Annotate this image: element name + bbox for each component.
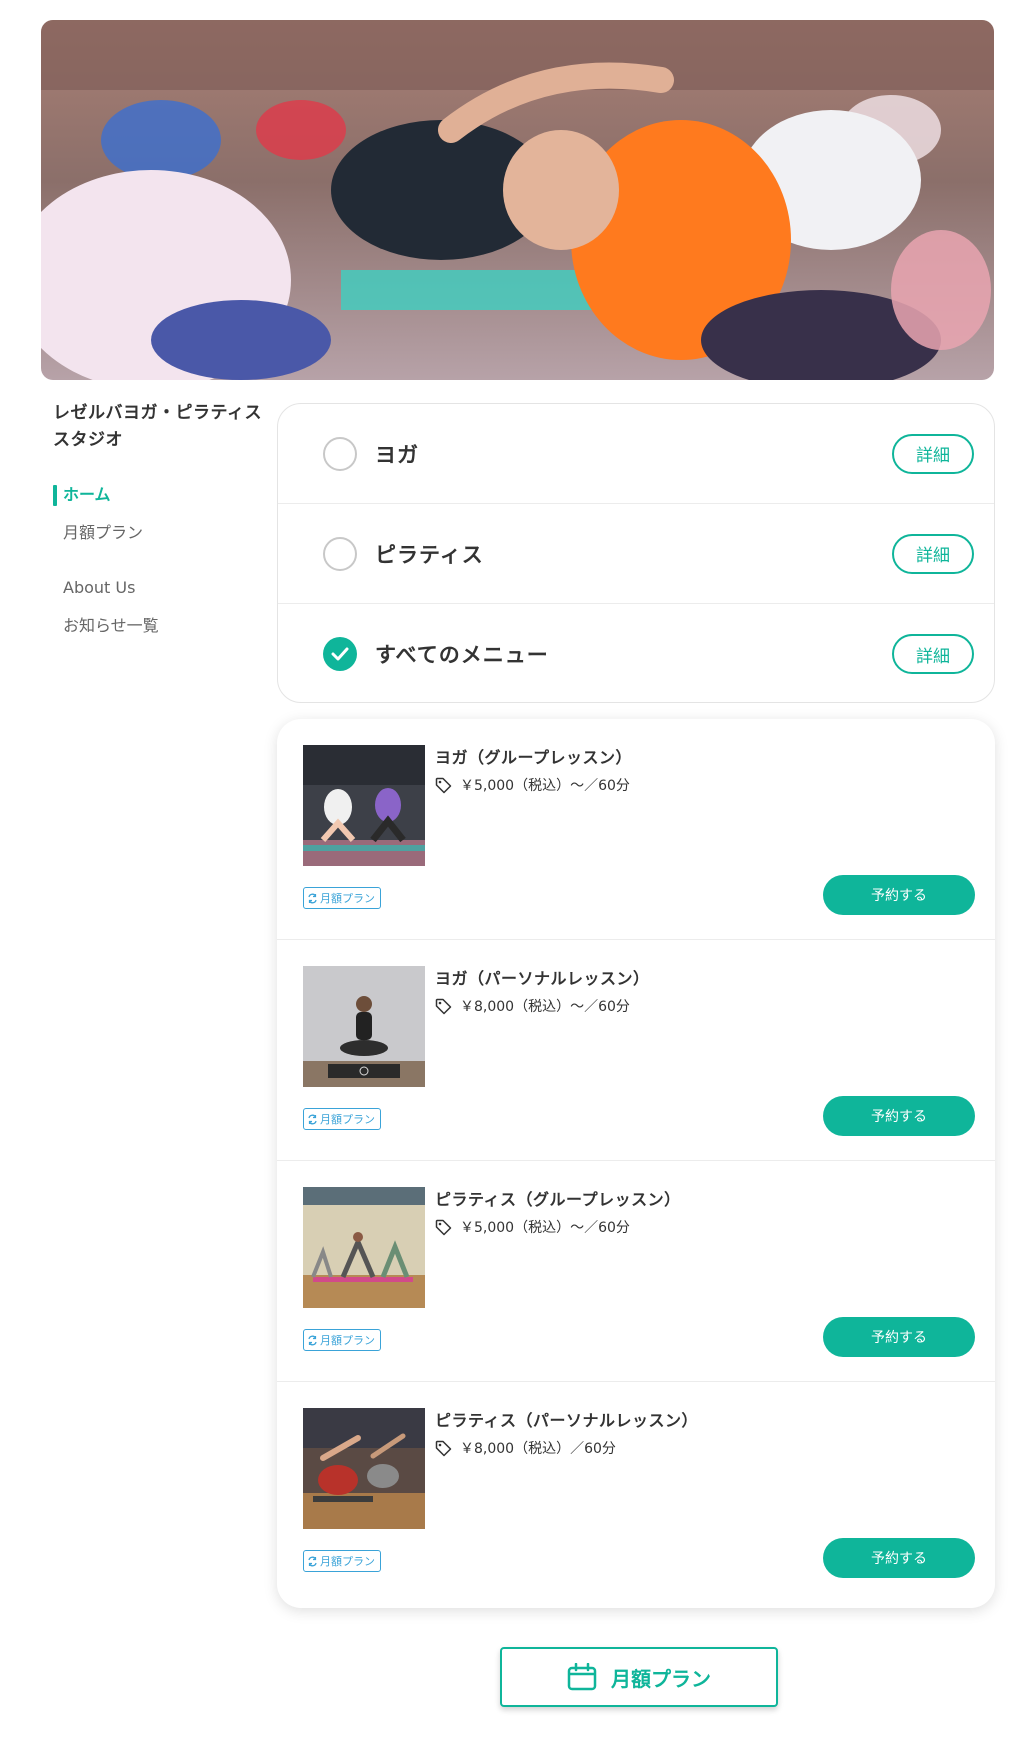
monthly-plan-badge: 月額プラン [303,887,381,909]
sidebar-nav: ホーム 月額プラン About Us お知らせ一覧 [53,476,268,645]
category-row-yoga[interactable]: ヨガ 詳細 [278,404,994,504]
repeat-icon [308,1556,317,1566]
price-line: ￥5,000（税込）〜／60分 [435,1217,630,1237]
pilates-personal-thumbnail [303,1408,425,1529]
repeat-icon [308,1335,317,1345]
menu-item[interactable]: ピラティス（パーソナルレッスン） ￥8,000（税込）／60分 月額プラン 予約… [277,1382,995,1603]
price-tag-icon [435,777,452,793]
menu-title[interactable]: ヨガ（パーソナルレッスン） [435,965,650,989]
menu-title[interactable]: ピラティス（グループレッスン） [435,1186,681,1210]
price-tag-icon [435,998,452,1014]
price-text: ￥5,000（税込）〜／60分 [460,778,630,794]
menu-list: ヨガ（グループレッスン） ￥5,000（税込）〜／60分 月額プラン 予約する … [277,719,995,1608]
menu-title[interactable]: ピラティス（パーソナルレッスン） [435,1407,698,1431]
price-tag-icon [435,1219,452,1235]
badge-label: 月額プラン [320,892,375,905]
calendar-icon [567,1663,597,1691]
price-text: ￥8,000（税込）／60分 [460,1441,616,1457]
nav-item-home[interactable]: ホーム [53,476,268,514]
monthly-plan-badge: 月額プラン [303,1108,381,1130]
reserve-button[interactable]: 予約する [823,875,975,915]
reserve-button[interactable]: 予約する [823,1317,975,1357]
badge-label: 月額プラン [320,1113,375,1126]
category-label: すべてのメニュー [375,643,549,667]
radio-checked-icon[interactable] [323,637,357,671]
studio-name[interactable]: レゼルバヨガ・ピラティススタジオ [53,400,268,454]
detail-button[interactable]: 詳細 [892,634,974,674]
category-label: ヨガ [375,442,419,467]
menu-item[interactable]: ピラティス（グループレッスン） ￥5,000（税込）〜／60分 月額プラン 予約… [277,1161,995,1382]
price-tag-icon [435,1440,452,1456]
monthly-plan-badge: 月額プラン [303,1329,381,1351]
nav-item-about-us[interactable]: About Us [53,569,268,607]
category-label: ピラティス [375,542,484,567]
monthly-plan-button[interactable]: 月額プラン [500,1647,778,1707]
menu-item[interactable]: ヨガ（パーソナルレッスン） ￥8,000（税込）〜／60分 月額プラン 予約する [277,940,995,1161]
yoga-personal-thumbnail [303,966,425,1087]
nav-item-monthly-plan[interactable]: 月額プラン [53,514,268,552]
category-row-pilates[interactable]: ピラティス 詳細 [278,504,994,604]
repeat-icon [308,1114,317,1124]
nav-gap [53,552,268,569]
price-line: ￥8,000（税込）／60分 [435,1438,616,1458]
badge-label: 月額プラン [320,1555,375,1568]
detail-button[interactable]: 詳細 [892,433,974,474]
detail-button[interactable]: 詳細 [892,533,974,574]
radio-unchecked-icon[interactable] [323,436,357,471]
price-line: ￥5,000（税込）〜／60分 [435,775,630,795]
pilates-group-thumbnail [303,1187,425,1308]
menu-title[interactable]: ヨガ（グループレッスン） [435,744,632,768]
monthly-plan-button-label: 月額プラン [611,1666,711,1691]
category-selector: ヨガ 詳細 ピラティス 詳細 すべてのメニュー 詳細 [277,403,995,703]
hero-image [41,20,994,380]
category-row-all-menus[interactable]: すべてのメニュー 詳細 [278,604,994,702]
price-text: ￥5,000（税込）〜／60分 [460,1220,630,1236]
reserve-button[interactable]: 予約する [823,1538,975,1578]
monthly-plan-badge: 月額プラン [303,1550,381,1572]
nav-item-news-list[interactable]: お知らせ一覧 [53,607,268,645]
reserve-button[interactable]: 予約する [823,1096,975,1136]
sidebar: レゼルバヨガ・ピラティススタジオ ホーム 月額プラン About Us お知らせ… [53,400,268,645]
price-line: ￥8,000（税込）〜／60分 [435,996,630,1016]
menu-item[interactable]: ヨガ（グループレッスン） ￥5,000（税込）〜／60分 月額プラン 予約する [277,719,995,940]
radio-unchecked-icon[interactable] [323,536,357,571]
badge-label: 月額プラン [320,1334,375,1347]
price-text: ￥8,000（税込）〜／60分 [460,999,630,1015]
yoga-group-thumbnail [303,745,425,866]
repeat-icon [308,893,317,903]
